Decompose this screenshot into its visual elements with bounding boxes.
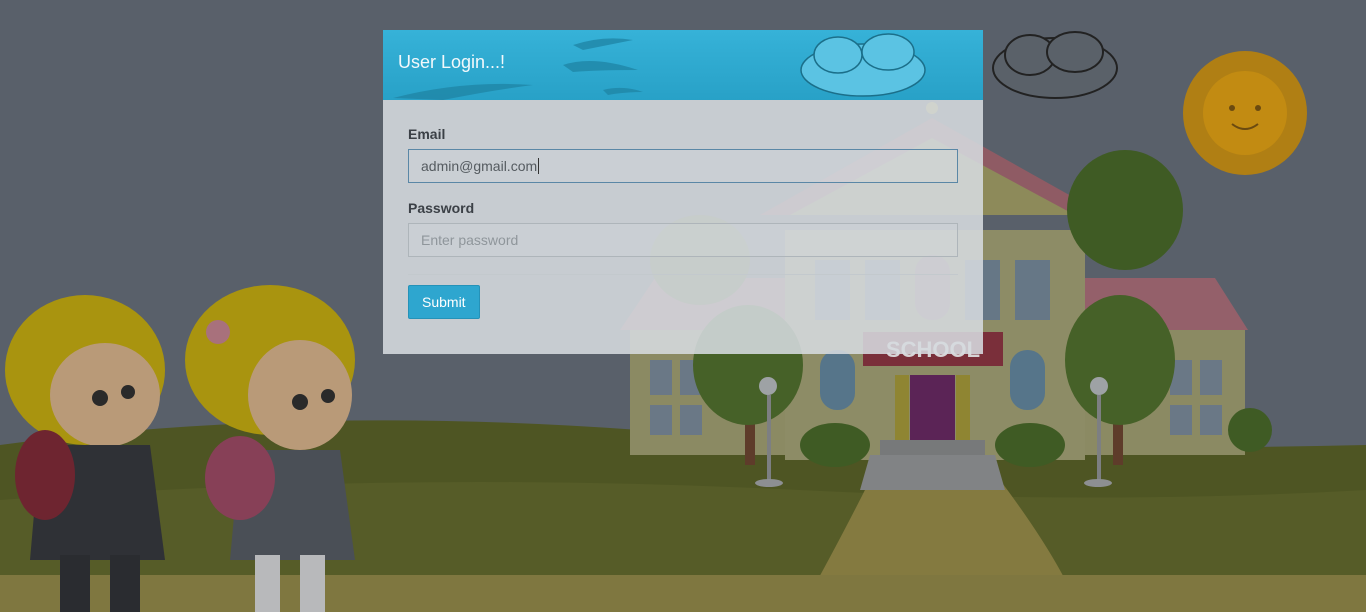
email-group: Email admin@gmail.com	[408, 126, 958, 183]
sun-icon	[1183, 51, 1307, 175]
password-group: Password Enter password	[408, 200, 958, 257]
email-label: Email	[408, 126, 446, 142]
email-field[interactable]: admin@gmail.com	[408, 149, 958, 183]
password-label: Password	[408, 200, 475, 216]
login-title: User Login...!	[398, 52, 506, 72]
email-value: admin@gmail.com	[421, 158, 538, 174]
submit-button[interactable]: Submit	[408, 285, 480, 319]
text-caret	[538, 158, 540, 174]
cloud-icon	[800, 33, 926, 97]
password-field[interactable]: Enter password	[408, 223, 958, 257]
login-form: Email admin@gmail.com Password Enter pas…	[383, 100, 983, 319]
login-header: User Login...!	[383, 30, 983, 100]
login-card: User Login...! Email admin@gmail.com Pas…	[383, 30, 983, 354]
cloud-icon	[992, 31, 1118, 99]
password-placeholder: Enter password	[421, 232, 519, 248]
form-divider	[408, 274, 958, 275]
